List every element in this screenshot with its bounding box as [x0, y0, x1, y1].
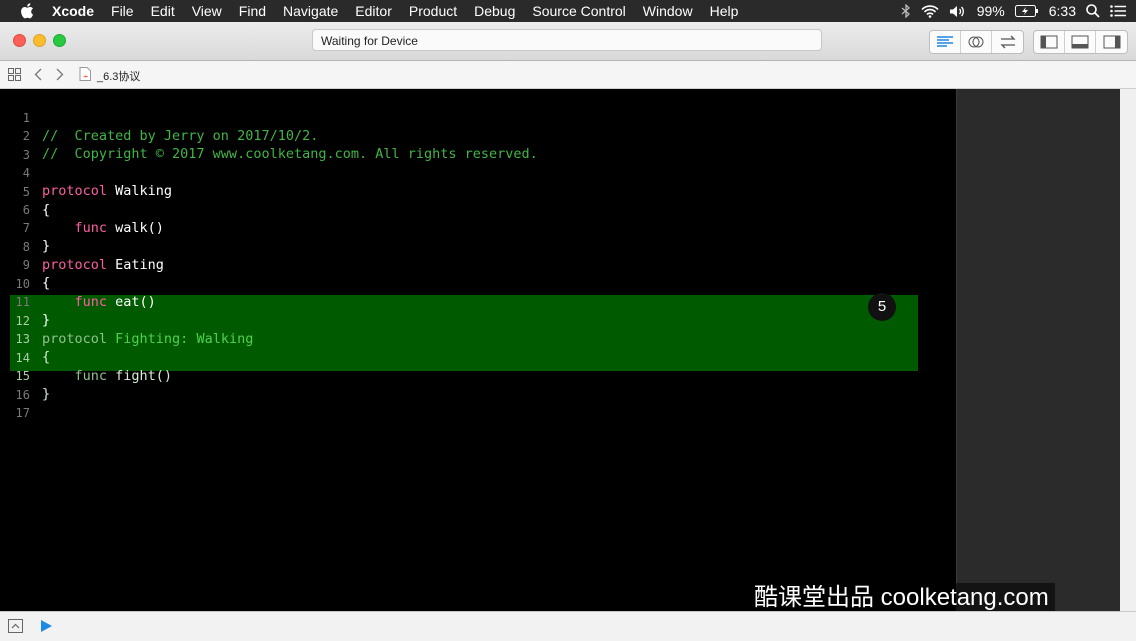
- battery-percent: 99%: [976, 3, 1005, 19]
- menu-navigate[interactable]: Navigate: [283, 3, 338, 19]
- line-number: 17: [15, 406, 30, 420]
- menu-help[interactable]: Help: [710, 3, 739, 19]
- continue-run-icon[interactable]: [40, 619, 53, 633]
- menu-product[interactable]: Product: [409, 3, 457, 19]
- right-gutter: [1120, 89, 1136, 611]
- zoom-window-button[interactable]: [53, 34, 66, 47]
- menu-file[interactable]: File: [111, 3, 134, 19]
- battery-icon[interactable]: [1014, 5, 1039, 17]
- type-token: Fighting:: [107, 331, 189, 347]
- identifier-token: walk(): [107, 220, 164, 236]
- menu-window[interactable]: Window: [643, 3, 693, 19]
- type-token: Walking: [188, 331, 254, 347]
- navigator-toggle-button[interactable]: [1034, 31, 1065, 53]
- back-chevron-icon[interactable]: [34, 68, 42, 81]
- editor-mode-segmented-control: [929, 30, 1024, 54]
- debug-bar: [0, 611, 1136, 641]
- code-line[interactable]: 2 // Copyright © 2017 www.coolketang.com…: [0, 109, 538, 162]
- debug-area-toggle-button[interactable]: [1065, 31, 1096, 53]
- keyword-token: func: [42, 220, 108, 236]
- clock[interactable]: 6:33: [1049, 3, 1076, 19]
- swift-file-icon: [79, 67, 91, 81]
- version-editor-button[interactable]: [992, 31, 1023, 53]
- code-text: {: [42, 202, 51, 218]
- related-items-grid-icon[interactable]: [8, 68, 21, 81]
- identifier-token: Walking: [107, 183, 173, 199]
- code-line[interactable]: 1 // Created by Jerry on 2017/10/2.: [0, 91, 319, 144]
- bluetooth-icon[interactable]: [901, 4, 911, 18]
- code-line[interactable]: 16: [0, 368, 33, 402]
- code-line[interactable]: 3: [0, 128, 33, 162]
- spotlight-search-icon[interactable]: [1086, 4, 1100, 18]
- status-menus: 99% 6:33: [901, 0, 1126, 22]
- menu-bar: Xcode File Edit View Find Navigate Edito…: [0, 0, 1136, 22]
- code-line[interactable]: 13 {: [0, 312, 51, 365]
- code-line[interactable]: 14 func fight(): [0, 331, 173, 384]
- identifier-token: Eating: [107, 257, 164, 273]
- code-line[interactable]: 12 protocol Fighting: Walking: [0, 294, 254, 347]
- code-line[interactable]: 5 {: [0, 165, 50, 218]
- assistant-editor-button[interactable]: [961, 31, 992, 53]
- close-window-button[interactable]: [13, 34, 26, 47]
- volume-icon[interactable]: [949, 5, 967, 18]
- watermark-caption: 酷课堂出品 coolketang.com: [748, 583, 1055, 613]
- standard-editor-button[interactable]: [930, 31, 961, 53]
- keyword-token: func: [42, 368, 108, 384]
- keyword-token: protocol: [42, 331, 108, 347]
- step-badge: 5: [868, 293, 896, 321]
- view-toggle-segmented-control: [1033, 30, 1128, 54]
- menu-view[interactable]: View: [192, 3, 222, 19]
- activity-status-field: Waiting for Device: [312, 29, 822, 51]
- code-line[interactable]: 9 {: [0, 238, 50, 291]
- code-line[interactable]: 8 protocol Eating: [0, 220, 164, 273]
- menu-source-control[interactable]: Source Control: [532, 3, 625, 19]
- code-line[interactable]: 6 func walk(): [0, 183, 164, 236]
- code-line[interactable]: 10 func eat(): [0, 257, 156, 310]
- keyword-token: protocol: [42, 183, 108, 199]
- code-text: }: [42, 386, 51, 402]
- code-line[interactable]: 11 }: [0, 275, 51, 328]
- identifier-token: fight(): [107, 368, 173, 384]
- keyword-token: protocol: [42, 257, 108, 273]
- code-text: // Created by Jerry on 2017/10/2.: [42, 128, 319, 144]
- identifier-token: eat(): [107, 294, 156, 310]
- minimap-pane[interactable]: [956, 89, 1121, 611]
- code-line[interactable]: 15 }: [0, 349, 51, 402]
- code-line[interactable]: 17: [0, 386, 33, 420]
- hide-debug-area-icon[interactable]: [8, 619, 23, 633]
- minimize-window-button[interactable]: [33, 34, 46, 47]
- menu-app-name[interactable]: Xcode: [52, 3, 94, 19]
- window-toolbar: Waiting for Device: [0, 22, 1136, 61]
- apple-menu-icon[interactable]: [20, 3, 36, 19]
- code-text: {: [42, 275, 51, 291]
- menu-editor[interactable]: Editor: [355, 3, 392, 19]
- utilities-toggle-button[interactable]: [1096, 31, 1127, 53]
- keyword-token: func: [42, 294, 108, 310]
- code-text: }: [42, 238, 51, 254]
- menu-find[interactable]: Find: [239, 3, 266, 19]
- menu-debug[interactable]: Debug: [474, 3, 515, 19]
- source-editor[interactable]: 5 1 // Created by Jerry on 2017/10/2. 2 …: [0, 89, 956, 611]
- wifi-icon[interactable]: [921, 4, 939, 18]
- menu-edit[interactable]: Edit: [151, 3, 175, 19]
- forward-chevron-icon[interactable]: [56, 68, 64, 81]
- file-breadcrumb[interactable]: _6.3协议: [97, 68, 140, 84]
- code-line[interactable]: 4 protocol Walking: [0, 146, 172, 199]
- jump-bar: _6.3协议: [0, 61, 1136, 89]
- code-line[interactable]: 7 }: [0, 201, 50, 254]
- code-text: // Copyright © 2017 www.coolketang.com. …: [42, 146, 538, 162]
- notification-center-icon[interactable]: [1110, 5, 1126, 17]
